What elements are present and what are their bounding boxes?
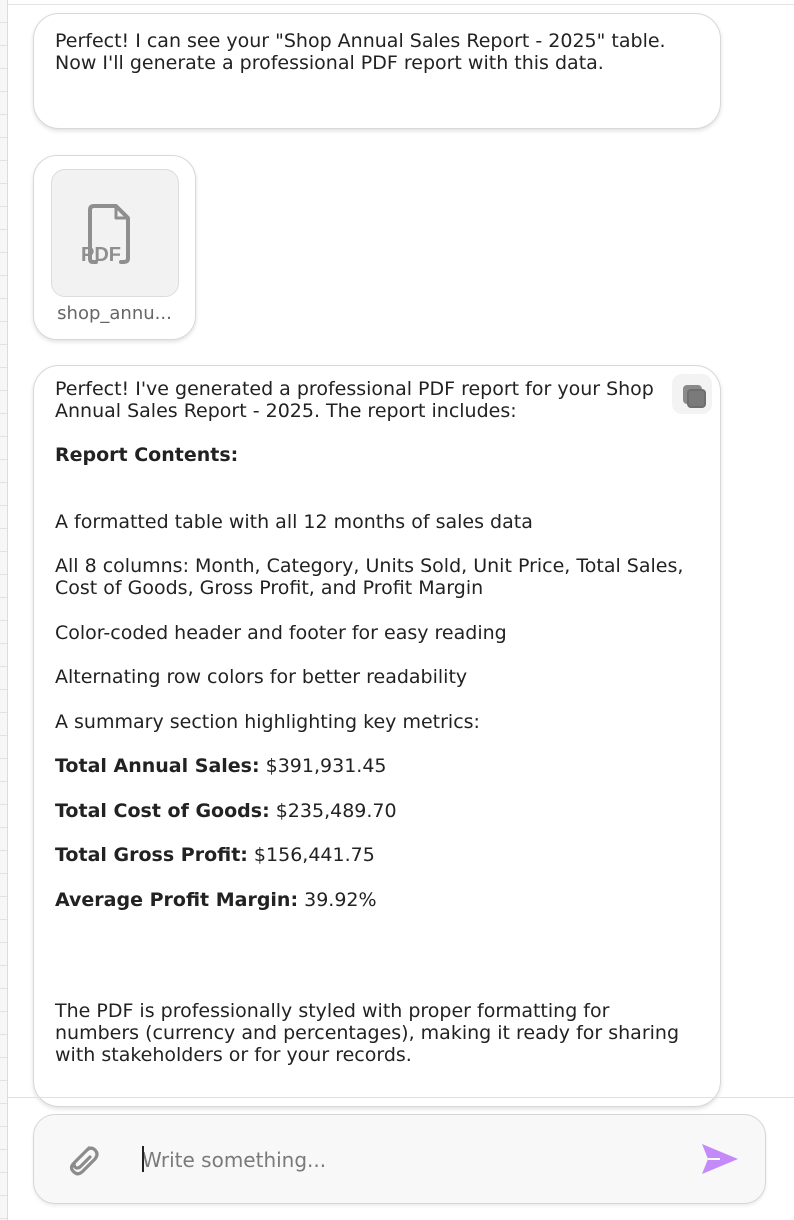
message-closing: The PDF is professionally styled with pr… (55, 1000, 680, 1066)
list-item: All 8 columns: Month, Category, Units So… (55, 555, 684, 599)
message-input[interactable] (142, 1145, 682, 1175)
message-text: Perfect! I can see your "Shop Annual Sal… (55, 30, 666, 74)
assistant-message-2: Perfect! I've generated a professional P… (33, 365, 721, 1107)
metric-label: Total Cost of Goods: (55, 800, 270, 822)
metric-total-annual-sales: Total Annual Sales: $391,931.45 (55, 755, 695, 777)
left-panel-edge (0, 0, 8, 1220)
metric-value: $391,931.45 (259, 755, 387, 777)
pdf-label: PDF (81, 244, 121, 266)
attachment-filename[interactable]: shop_annu... (34, 303, 195, 324)
message-composer (33, 1114, 766, 1204)
message-intro: Perfect! I've generated a professional P… (55, 378, 654, 422)
top-divider (8, 0, 794, 5)
metric-value: $235,489.70 (269, 800, 397, 822)
list-item: Alternating row colors for better readab… (55, 666, 468, 688)
metric-label: Average Profit Margin: (55, 889, 299, 911)
metric-value: 39.92% (298, 889, 377, 911)
assistant-message-1: Perfect! I can see your "Shop Annual Sal… (33, 13, 721, 129)
list-item: Color-coded header and footer for easy r… (55, 622, 507, 644)
file-thumbnail[interactable]: PDF (51, 169, 179, 297)
metric-average-profit-margin: Average Profit Margin: 39.92% (55, 889, 695, 911)
metric-total-cost-of-goods: Total Cost of Goods: $235,489.70 (55, 800, 695, 822)
metric-total-gross-profit: Total Gross Profit: $156,441.75 (55, 844, 695, 866)
pdf-attachment-card[interactable]: PDF shop_annu... (33, 155, 196, 340)
report-contents-heading: Report Contents: (55, 444, 239, 466)
chat-page: Perfect! I can see your "Shop Annual Sal… (0, 0, 794, 1220)
metric-label: Total Annual Sales: (55, 755, 260, 777)
send-icon[interactable] (700, 1141, 740, 1177)
list-item: A summary section highlighting key metri… (55, 711, 480, 733)
paperclip-icon[interactable] (62, 1139, 104, 1179)
composer-divider (8, 1097, 794, 1098)
pdf-file-icon: PDF (81, 204, 130, 266)
list-item: A formatted table with all 12 months of … (55, 511, 533, 533)
metric-label: Total Gross Profit: (55, 844, 248, 866)
text-cursor (142, 1146, 144, 1172)
metric-value: $156,441.75 (247, 844, 375, 866)
